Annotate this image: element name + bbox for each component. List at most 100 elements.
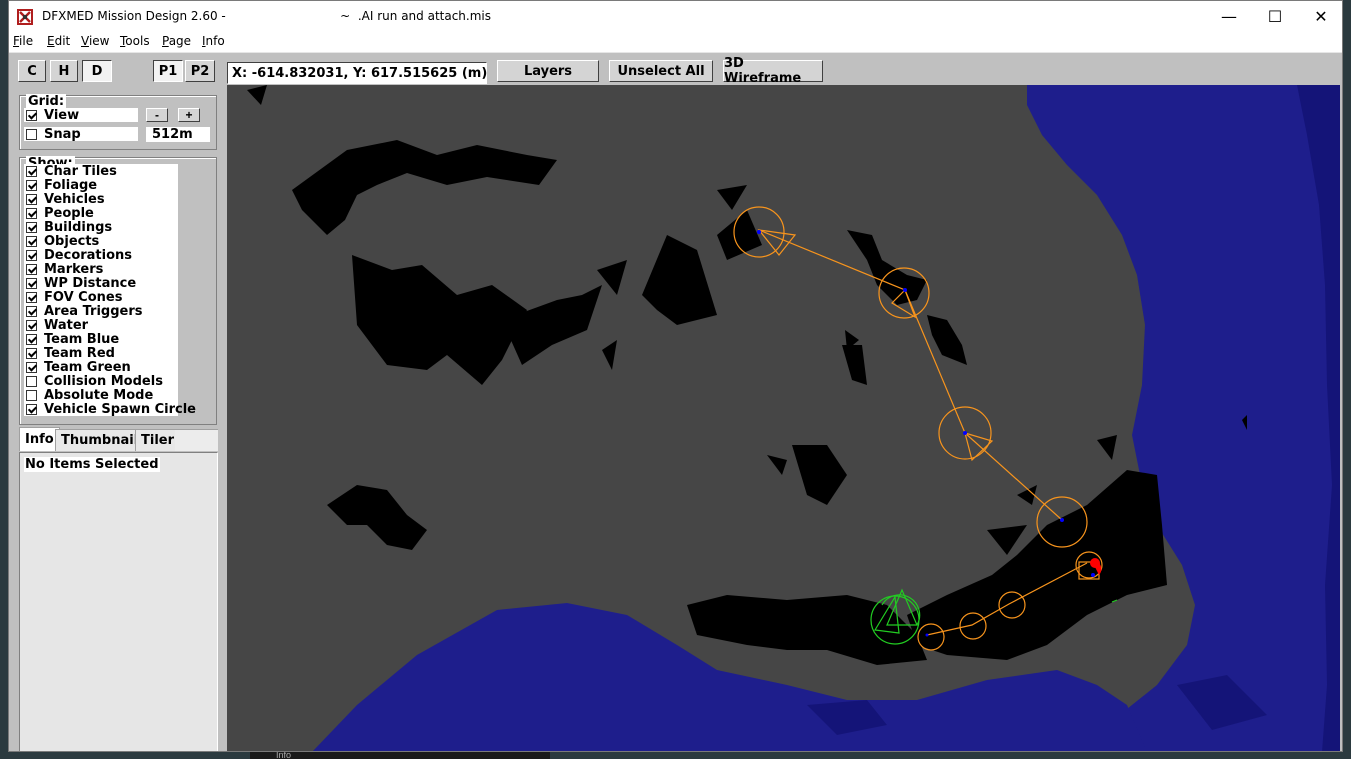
team-blue-unit[interactable] <box>1060 518 1064 522</box>
view-d-button[interactable]: D <box>82 60 112 82</box>
tab-info[interactable]: Info <box>19 427 60 451</box>
page-p1-button[interactable]: P1 <box>153 60 183 82</box>
show-item-label: Collision Models <box>44 373 163 389</box>
show-list: Char Tiles Foliage Vehicles People Buildings… <box>24 163 196 417</box>
show-item-foliage[interactable]: Foliage <box>24 177 178 193</box>
info-panel: No Items Selected <box>19 452 218 751</box>
show-item-decorations[interactable]: Decorations <box>24 247 178 263</box>
view-c-button[interactable]: C <box>18 60 46 82</box>
water-east <box>1027 85 1340 751</box>
show-item-label: WP Distance <box>44 275 137 291</box>
toolbar: C H D P1 P2 X: -614.832031, Y: 617.51562… <box>9 52 1342 86</box>
grid-snap-check-icon <box>26 128 37 140</box>
checkbox-icon <box>26 347 37 359</box>
show-item-label: Foliage <box>44 177 98 193</box>
maximize-button[interactable]: ☐ <box>1252 1 1298 32</box>
show-item-label: Buildings <box>44 219 113 235</box>
menu-info[interactable]: Info <box>202 34 225 48</box>
show-item-label: FOV Cones <box>44 289 123 305</box>
grid-view-label: View <box>44 107 80 123</box>
maximize-icon: ☐ <box>1267 7 1283 26</box>
checkbox-icon <box>26 403 37 415</box>
layers-button[interactable]: Layers <box>497 60 599 82</box>
show-item-label: Vehicle Spawn Circle <box>44 401 197 417</box>
show-item-fov-cones[interactable]: FOV Cones <box>24 289 178 305</box>
show-item-label: Decorations <box>44 247 133 263</box>
menu-edit[interactable]: Edit <box>47 34 70 48</box>
show-item-team-blue[interactable]: Team Blue <box>24 331 178 347</box>
checkbox-icon <box>26 235 37 247</box>
show-item-area-triggers[interactable]: Area Triggers <box>24 303 178 319</box>
taskbar-label: Info <box>276 752 292 759</box>
fov-cone-marker[interactable] <box>757 229 797 256</box>
checkbox-icon <box>26 277 37 289</box>
show-item-label: Char Tiles <box>44 163 117 179</box>
show-item-people[interactable]: People <box>24 205 178 221</box>
page-p2-button[interactable]: P2 <box>185 60 215 82</box>
title-bar[interactable]: DFXMED Mission Design 2.60 - ~ .AI run a… <box>9 1 1342 32</box>
show-item-markers[interactable]: Markers <box>24 262 178 277</box>
menu-file[interactable]: File <box>13 34 33 48</box>
show-item-label: Area Triggers <box>44 303 143 319</box>
show-item-label: Absolute Mode <box>44 387 154 403</box>
show-item-label: People <box>44 205 94 221</box>
close-icon: ✕ <box>1314 7 1328 26</box>
show-group: Show: Char TilesFoliageVehiclesPeopleBui… <box>19 156 217 425</box>
tab-thumbnail[interactable]: Thumbnail <box>55 429 145 451</box>
tab-strip-fill <box>175 429 218 451</box>
grid-size-field[interactable]: 512m <box>146 127 210 142</box>
checkbox-icon <box>26 263 37 275</box>
checkbox-icon <box>26 207 37 219</box>
coordinate-readout: X: -614.832031, Y: 617.515625 (m) <box>227 62 487 84</box>
app-window: DFXMED Mission Design 2.60 - ~ .AI run a… <box>8 0 1343 752</box>
grid-view-checkbox[interactable]: View <box>24 107 138 123</box>
grid-snap-label: Snap <box>44 126 81 142</box>
team-blue-unit[interactable] <box>903 288 907 292</box>
team-blue-unit[interactable] <box>963 431 967 435</box>
show-item-absolute-mode[interactable]: Absolute Mode <box>24 387 178 403</box>
grid-view-check-icon <box>26 109 37 121</box>
team-blue-unit[interactable] <box>757 230 761 234</box>
show-item-vehicles[interactable]: Vehicles <box>24 191 178 207</box>
checkbox-icon <box>26 221 37 233</box>
show-item-collision-models[interactable]: Collision Models <box>24 373 178 389</box>
checkbox-icon <box>26 305 37 317</box>
checkbox-icon <box>26 179 37 191</box>
show-item-label: Team Red <box>44 345 115 361</box>
show-item-objects[interactable]: Objects <box>24 233 178 249</box>
terrain-map[interactable] <box>227 85 1340 752</box>
show-item-wp-distance[interactable]: WP Distance <box>24 275 178 291</box>
menu-view[interactable]: View <box>81 34 109 48</box>
checkbox-icon <box>26 291 37 303</box>
unselect-all-button[interactable]: Unselect All <box>609 60 713 82</box>
grid-snap-checkbox[interactable]: Snap <box>24 126 138 142</box>
info-status: No Items Selected <box>24 457 160 472</box>
show-item-water[interactable]: Water <box>24 318 178 333</box>
menu-page[interactable]: Page <box>162 34 191 48</box>
menu-tools[interactable]: Tools <box>120 34 150 48</box>
map-canvas[interactable] <box>227 85 1340 752</box>
team-red-unit[interactable] <box>1090 558 1100 568</box>
view-h-button[interactable]: H <box>50 60 78 82</box>
close-button[interactable]: ✕ <box>1298 1 1342 32</box>
checkbox-icon <box>26 193 37 205</box>
minimize-button[interactable]: — <box>1206 1 1252 32</box>
3d-wireframe-button[interactable]: 3D Wireframe <box>723 56 823 86</box>
show-item-team-green[interactable]: Team Green <box>24 360 178 375</box>
checkbox-icon <box>26 361 37 373</box>
show-item-char-tiles[interactable]: Char Tiles <box>24 163 178 179</box>
show-item-label: Vehicles <box>44 191 105 207</box>
show-item-label: Objects <box>44 233 100 249</box>
show-item-team-red[interactable]: Team Red <box>24 345 178 361</box>
tab-tiler[interactable]: Tiler <box>135 429 181 451</box>
show-item-label: Team Blue <box>44 331 120 347</box>
team-blue-unit[interactable] <box>925 633 929 637</box>
show-item-vehicle-spawn-circle[interactable]: Vehicle Spawn Circle <box>24 402 196 417</box>
minimize-icon: — <box>1221 7 1237 26</box>
show-item-buildings[interactable]: Buildings <box>24 219 178 235</box>
grid-group: Grid: View - + Snap 512m <box>19 94 217 150</box>
grid-minus-button[interactable]: - <box>146 108 168 122</box>
team-blue-unit[interactable] <box>1091 573 1095 577</box>
window-title: DFXMED Mission Design 2.60 - ~ .AI run a… <box>42 9 492 23</box>
grid-plus-button[interactable]: + <box>178 108 200 122</box>
